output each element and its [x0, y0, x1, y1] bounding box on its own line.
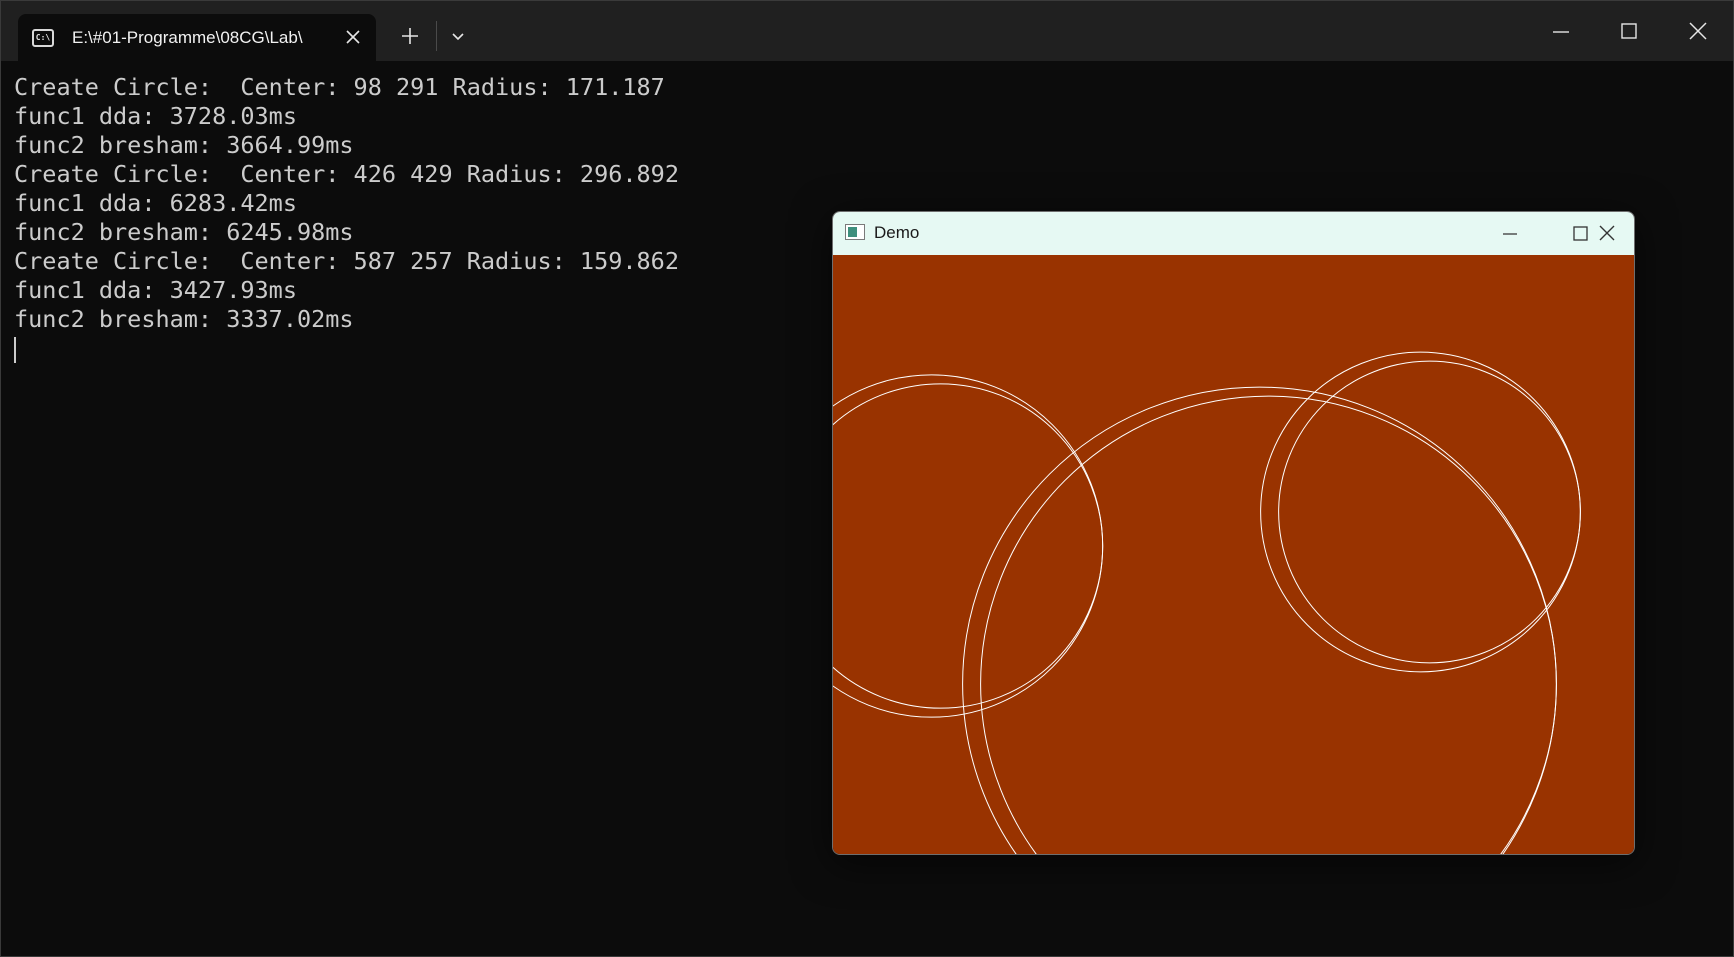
new-tab-button[interactable] — [395, 21, 425, 51]
circle-outline — [1278, 360, 1581, 664]
output-line: func2 bresham: 3337.02ms — [14, 305, 354, 333]
demo-canvas[interactable] — [833, 255, 1634, 854]
close-button[interactable] — [1675, 11, 1721, 51]
minimize-icon — [1553, 31, 1569, 33]
tab-dropdown-button[interactable] — [445, 23, 471, 49]
circle-outline — [1260, 351, 1581, 673]
circle-outline — [962, 386, 1557, 854]
close-icon — [1599, 225, 1615, 241]
terminal-tab[interactable]: C:\ E:\#01-Programme\08CG\Lab\ — [18, 14, 376, 61]
output-line: func1 dda: 3728.03ms — [14, 102, 297, 130]
circle-drawing — [833, 351, 1581, 854]
tab-separator — [436, 21, 437, 51]
output-line: Create Circle: Center: 587 257 Radius: 1… — [14, 247, 679, 275]
console-icon: C:\ — [32, 28, 54, 47]
tab-close-icon[interactable] — [342, 26, 364, 48]
output-line: func1 dda: 3427.93ms — [14, 276, 297, 304]
minimize-icon — [1503, 233, 1517, 235]
chevron-down-icon — [452, 33, 464, 41]
circle-outline — [980, 395, 1557, 854]
output-line: func2 bresham: 3664.99ms — [14, 131, 354, 159]
circle-outline — [833, 374, 1104, 718]
maximize-button[interactable] — [1606, 11, 1652, 51]
demo-minimize-button[interactable] — [1487, 216, 1533, 252]
demo-window-title: Demo — [874, 223, 920, 242]
maximize-icon — [1621, 23, 1637, 39]
minimize-button[interactable] — [1538, 11, 1584, 51]
output-line: Create Circle: Center: 426 429 Radius: 2… — [14, 160, 679, 188]
circle-outline — [833, 383, 1104, 709]
terminal-output[interactable]: Create Circle: Center: 98 291 Radius: 17… — [14, 73, 834, 363]
tab-title: E:\#01-Programme\08CG\Lab\ — [72, 27, 303, 47]
output-line: func1 dda: 6283.42ms — [14, 189, 297, 217]
terminal-titlebar[interactable]: C:\ E:\#01-Programme\08CG\Lab\ — [1, 1, 1733, 61]
output-line: func2 bresham: 6245.98ms — [14, 218, 354, 246]
demo-titlebar[interactable]: Demo — [833, 212, 1634, 255]
demo-window[interactable]: Demo — [832, 211, 1635, 855]
demo-close-button[interactable] — [1584, 216, 1630, 252]
app-icon — [845, 224, 865, 240]
output-line: Create Circle: Center: 98 291 Radius: 17… — [14, 73, 665, 101]
text-cursor — [14, 337, 16, 363]
close-icon — [1689, 22, 1707, 40]
